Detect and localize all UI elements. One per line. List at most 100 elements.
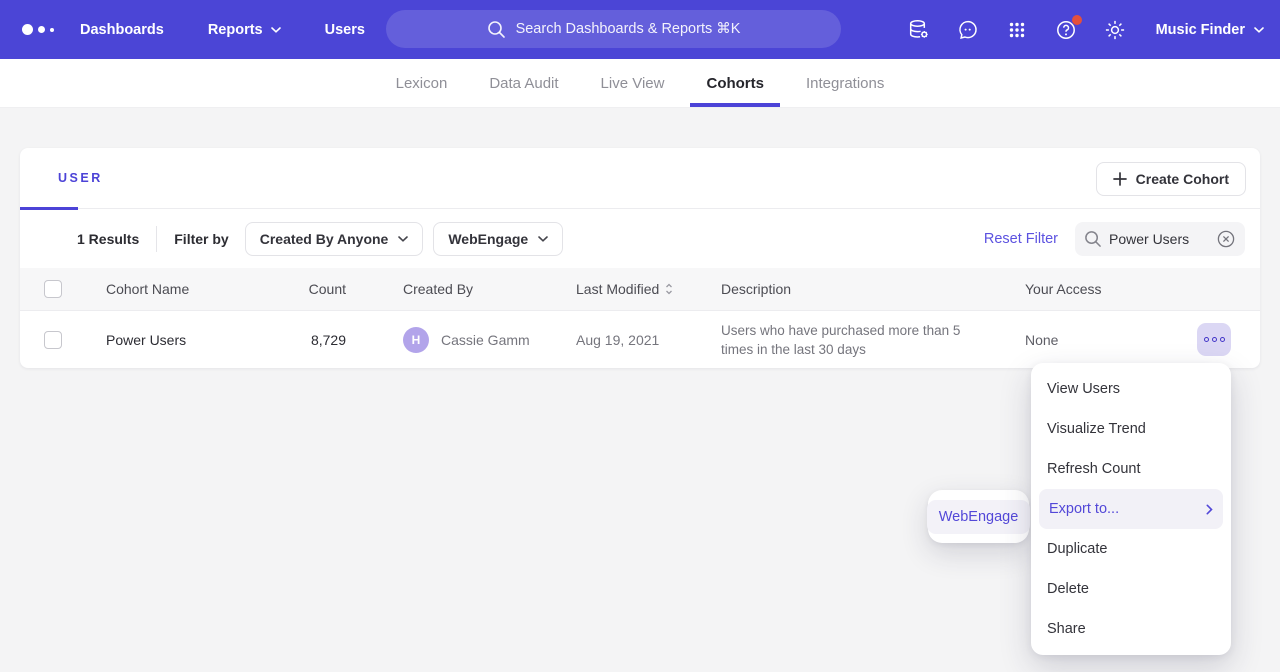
row-actions-button[interactable] [1197, 323, 1231, 356]
nav-link-users[interactable]: Users [325, 22, 365, 38]
nav-link-label: Users [325, 22, 365, 38]
tab-cohorts[interactable]: Cohorts [690, 59, 780, 107]
help-icon[interactable] [1054, 18, 1078, 42]
submenu-item-webengage[interactable]: WebEngage [927, 500, 1031, 534]
chevron-right-icon [1206, 504, 1213, 515]
global-search-bar[interactable]: Search Dashboards & Reports ⌘K [386, 10, 841, 48]
last-modified-sort[interactable]: Last Modified [576, 281, 673, 297]
menu-item-label: Visualize Trend [1047, 421, 1146, 437]
tab-integrations[interactable]: Integrations [790, 59, 900, 107]
menu-item-label: Share [1047, 621, 1086, 637]
export-submenu: WebEngage [928, 490, 1029, 543]
header-description: Description [721, 281, 791, 297]
menu-item-view-users[interactable]: View Users [1031, 369, 1231, 409]
logo-dot [50, 28, 54, 32]
gear-glyph [1103, 18, 1127, 42]
search-icon [1084, 230, 1102, 248]
data-settings-icon[interactable] [907, 18, 931, 42]
messaging-icon[interactable] [956, 18, 980, 42]
nav-link-label: Reports [208, 22, 263, 38]
chevron-down-icon [1254, 27, 1264, 33]
cohort-description: Users who have purchased more than 5 tim… [721, 321, 971, 359]
created-by-name: Cassie Gamm [441, 332, 530, 348]
user-section-tab[interactable]: USER [58, 171, 103, 185]
chat-bubble-glyph [956, 18, 980, 42]
menu-item-export-to[interactable]: Export to... [1039, 489, 1223, 529]
header-label: Last Modified [576, 281, 659, 297]
created-by-dropdown-value: Created By Anyone [260, 231, 389, 247]
tab-data-audit[interactable]: Data Audit [473, 59, 574, 107]
tab-label: Live View [601, 75, 665, 92]
kebab-dot [1204, 337, 1209, 342]
tab-lexicon[interactable]: Lexicon [380, 59, 464, 107]
grid-dots-glyph [1005, 18, 1029, 42]
logo-dot [22, 24, 33, 35]
card-header: USER Create Cohort [20, 148, 1260, 209]
results-count: 1 Results [77, 231, 139, 247]
project-switcher[interactable]: Music Finder [1156, 22, 1264, 38]
settings-gear-icon[interactable] [1103, 18, 1127, 42]
header-your-access: Your Access [1025, 281, 1102, 297]
create-cohort-button[interactable]: Create Cohort [1096, 162, 1246, 196]
select-all-checkbox[interactable] [44, 280, 62, 298]
nav-links: Dashboards Reports Users [80, 22, 365, 38]
create-cohort-label: Create Cohort [1136, 171, 1229, 187]
created-by-cell: H Cassie Gamm [403, 327, 530, 353]
row-checkbox[interactable] [44, 331, 62, 349]
chevron-down-icon [398, 236, 408, 242]
mixpanel-logo[interactable] [22, 24, 54, 35]
menu-item-label: Refresh Count [1047, 461, 1141, 477]
header-count: Count [240, 281, 346, 297]
your-access-value: None [1025, 332, 1058, 348]
section-tabbar: Lexicon Data Audit Live View Cohorts Int… [0, 59, 1280, 108]
filter-by-label: Filter by [174, 231, 228, 247]
menu-item-label: Delete [1047, 581, 1089, 597]
search-icon [487, 20, 506, 39]
header-last-modified: Last Modified [576, 281, 673, 297]
reset-filter-link[interactable]: Reset Filter [984, 231, 1058, 247]
apps-grid-icon[interactable] [1005, 18, 1029, 42]
created-by-dropdown[interactable]: Created By Anyone [245, 222, 424, 256]
table-header-row: Cohort Name Count Created By Last Modifi… [20, 268, 1260, 311]
tab-label: Lexicon [396, 75, 448, 92]
integration-dropdown[interactable]: WebEngage [433, 222, 563, 256]
menu-item-label: View Users [1047, 381, 1120, 397]
integration-dropdown-value: WebEngage [448, 231, 528, 247]
menu-item-delete[interactable]: Delete [1031, 569, 1231, 609]
tab-live-view[interactable]: Live View [585, 59, 681, 107]
menu-item-share[interactable]: Share [1031, 609, 1231, 649]
cohort-count: 8,729 [240, 332, 346, 348]
tab-label: Cohorts [706, 75, 764, 92]
avatar: H [403, 327, 429, 353]
last-modified-value: Aug 19, 2021 [576, 332, 659, 348]
chevron-down-icon [271, 27, 281, 33]
nav-right-icons: Music Finder [907, 0, 1264, 59]
menu-item-label: Export to... [1049, 501, 1119, 517]
notification-badge [1072, 15, 1082, 25]
clear-search-icon[interactable] [1216, 229, 1236, 249]
cohorts-card: USER Create Cohort 1 Results Filter by C… [20, 148, 1260, 368]
nav-link-label: Dashboards [80, 22, 164, 38]
nav-link-dashboards[interactable]: Dashboards [80, 22, 164, 38]
header-created-by: Created By [403, 281, 473, 297]
divider [156, 226, 157, 252]
global-search-placeholder: Search Dashboards & Reports ⌘K [516, 21, 741, 37]
cohort-search-value: Power Users [1109, 231, 1209, 247]
menu-item-visualize-trend[interactable]: Visualize Trend [1031, 409, 1231, 449]
plus-icon [1113, 172, 1127, 186]
tab-label: Data Audit [489, 75, 558, 92]
cohort-search-input[interactable]: Power Users [1075, 222, 1245, 256]
menu-item-duplicate[interactable]: Duplicate [1031, 529, 1231, 569]
table-row[interactable]: Power Users 8,729 H Cassie Gamm Aug 19, … [20, 311, 1260, 368]
kebab-dot [1212, 337, 1217, 342]
chevron-down-icon [538, 236, 548, 242]
database-gear-glyph [907, 18, 931, 42]
cohort-name[interactable]: Power Users [106, 332, 186, 348]
logo-dot [38, 26, 45, 33]
row-actions-menu: View Users Visualize Trend Refresh Count… [1031, 363, 1231, 655]
nav-link-reports[interactable]: Reports [208, 22, 281, 38]
project-name: Music Finder [1156, 22, 1245, 38]
tab-label: Integrations [806, 75, 884, 92]
menu-item-refresh-count[interactable]: Refresh Count [1031, 449, 1231, 489]
menu-item-label: Duplicate [1047, 541, 1107, 557]
